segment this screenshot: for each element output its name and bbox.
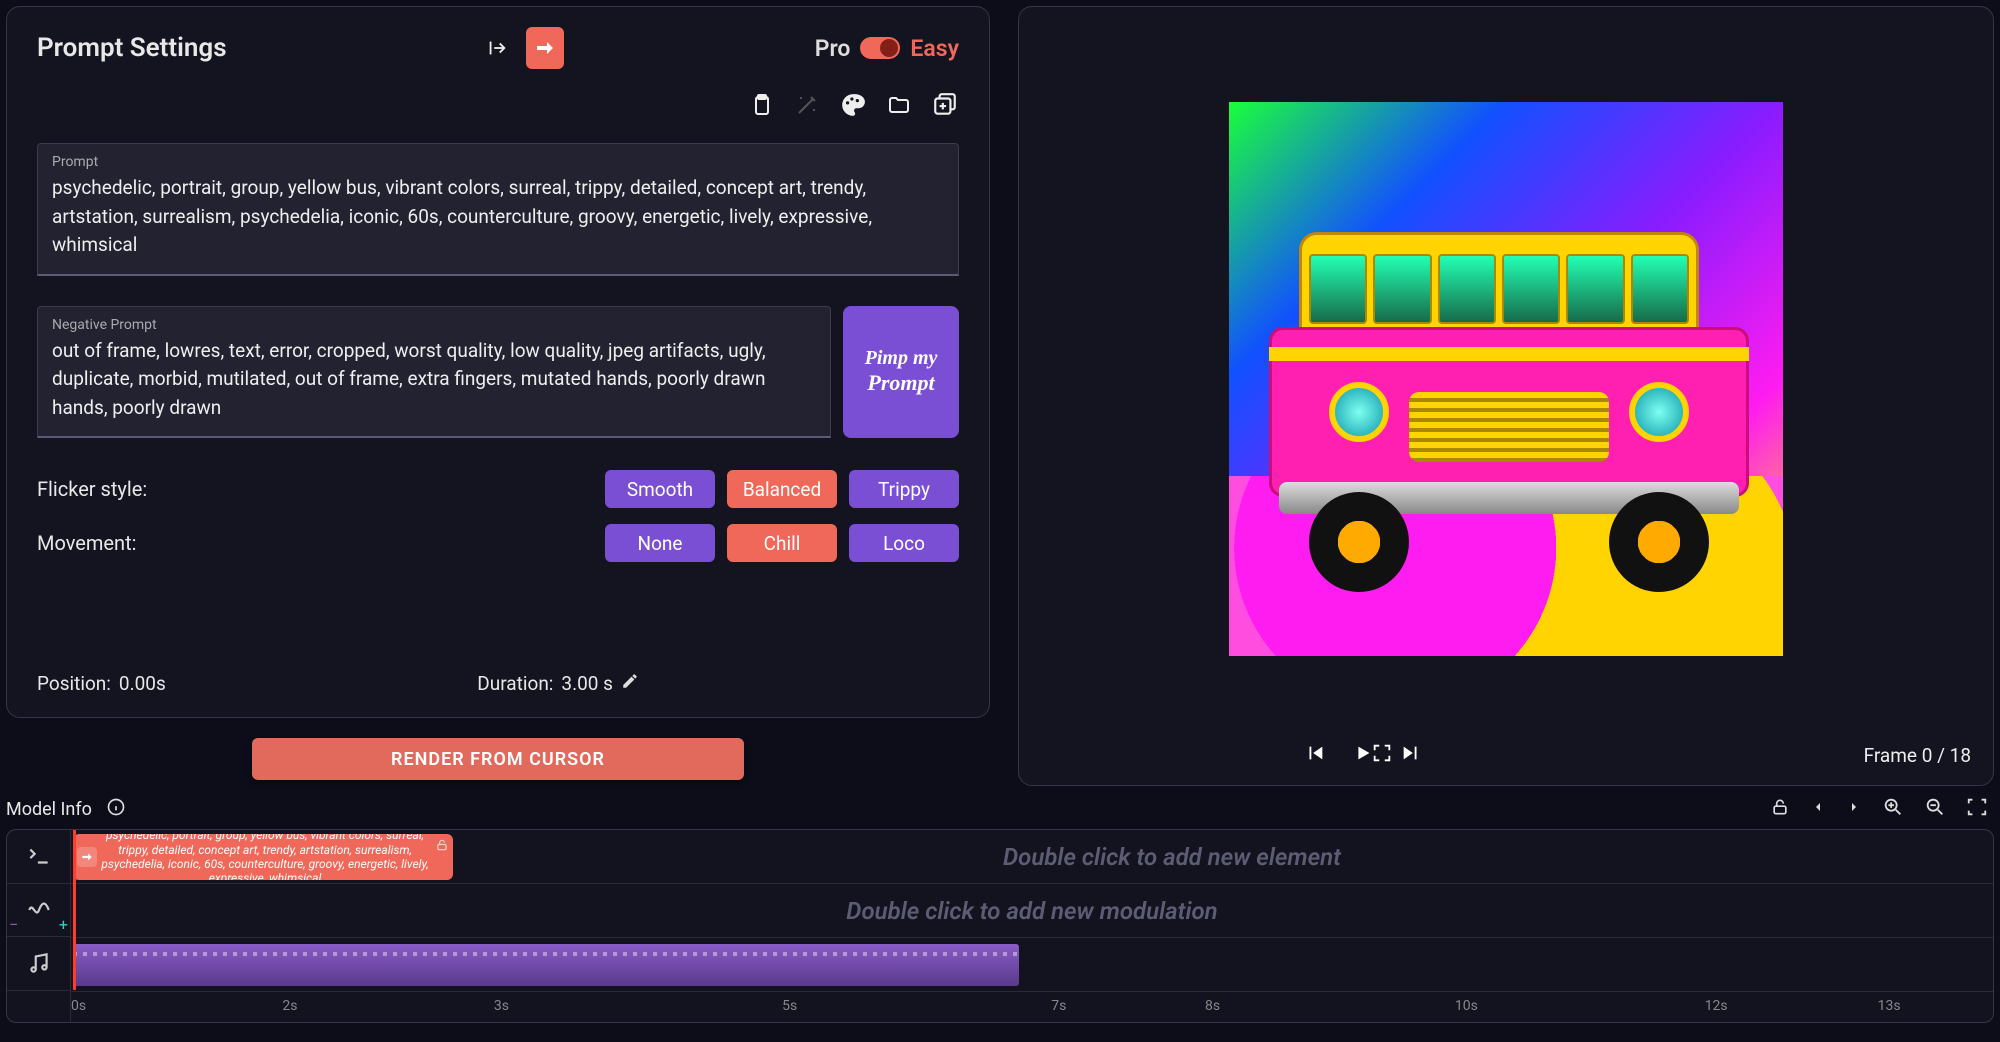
prompt-label: Prompt — [52, 154, 944, 170]
position-value: 0.00s — [119, 672, 166, 695]
track-prompt-icon[interactable] — [7, 830, 70, 884]
step-forward-icon[interactable] — [1840, 799, 1868, 820]
prompt-track[interactable]: psychedelic, portrait, group, yellow bus… — [71, 830, 1993, 884]
prompt-clip[interactable]: psychedelic, portrait, group, yellow bus… — [73, 834, 453, 880]
frame-counter: Frame 0 / 18 — [1864, 744, 1971, 767]
preview-panel: Frame 0 / 18 — [1018, 6, 1994, 786]
fit-icon[interactable] — [1960, 796, 1994, 823]
negative-prompt-text: out of frame, lowres, text, error, cropp… — [52, 337, 816, 423]
flicker-option-smooth[interactable]: Smooth — [605, 470, 715, 508]
movement-options: None Chill Loco — [605, 524, 959, 562]
timeline: − + psychedelic, portrait, group, yellow… — [6, 829, 1994, 1023]
duration-value: 3.00 s — [561, 672, 613, 695]
ruler-mark: 2s — [282, 998, 297, 1014]
clipboard-icon[interactable] — [747, 91, 775, 119]
play-icon[interactable] — [1352, 742, 1374, 769]
ruler-mark: 10s — [1455, 998, 1478, 1014]
ruler-mark: 0s — [71, 998, 86, 1014]
modulation-minus-icon[interactable]: − — [9, 915, 18, 934]
track-audio-icon[interactable] — [7, 937, 70, 991]
panel-title: Prompt Settings — [37, 33, 227, 63]
tab-forward-button[interactable] — [526, 27, 564, 69]
flicker-option-balanced[interactable]: Balanced — [727, 470, 837, 508]
prompt-settings-panel: Prompt Settings Pro Easy — [6, 6, 990, 718]
flicker-label: Flicker style: — [37, 477, 605, 501]
ruler-mark: 3s — [494, 998, 509, 1014]
prompt-track-hint: Double click to add new element — [351, 843, 1993, 871]
skip-start-icon[interactable] — [1304, 742, 1326, 769]
movement-option-none[interactable]: None — [605, 524, 715, 562]
audio-waveform[interactable] — [73, 944, 1019, 986]
render-from-cursor-button[interactable]: RENDER FROM CURSOR — [252, 738, 744, 780]
model-info-icon[interactable] — [100, 797, 132, 822]
add-to-library-icon[interactable] — [931, 91, 959, 119]
folder-icon[interactable] — [885, 91, 913, 119]
ruler-mark: 5s — [782, 998, 797, 1014]
clip-text: psychedelic, portrait, group, yellow bus… — [101, 834, 429, 880]
movement-option-loco[interactable]: Loco — [849, 524, 959, 562]
mode-switch[interactable]: Pro Easy — [815, 35, 959, 62]
modulation-track[interactable]: Double click to add new modulation — [71, 884, 1993, 938]
position-label: Position: — [37, 672, 111, 695]
pimp-my-prompt-button[interactable]: Pimp my Prompt — [843, 306, 959, 439]
mode-toggle[interactable] — [860, 37, 900, 59]
ruler-mark: 7s — [1051, 998, 1066, 1014]
ruler-mark: 12s — [1705, 998, 1728, 1014]
playhead[interactable] — [73, 830, 76, 990]
zoom-out-icon[interactable] — [1918, 796, 1952, 823]
movement-label: Movement: — [37, 531, 605, 555]
preview-image — [1229, 102, 1783, 656]
ruler-mark: 13s — [1878, 998, 1901, 1014]
edit-duration-icon[interactable] — [621, 672, 639, 695]
mode-easy-label: Easy — [910, 35, 959, 62]
lock-icon[interactable] — [1764, 797, 1796, 822]
duration-label: Duration: — [477, 672, 553, 695]
clip-lock-icon — [435, 838, 449, 855]
flicker-option-trippy[interactable]: Trippy — [849, 470, 959, 508]
negative-prompt-label: Negative Prompt — [52, 317, 816, 333]
mode-pro-label: Pro — [815, 35, 851, 62]
audio-track[interactable] — [71, 938, 1993, 992]
track-modulation-icon[interactable]: − + — [7, 884, 70, 938]
prompt-field[interactable]: Prompt psychedelic, portrait, group, yel… — [37, 143, 959, 276]
time-ruler: 0s 2s 3s 5s 7s 8s 10s 12s 13s — [71, 992, 1993, 1023]
skip-end-icon[interactable] — [1400, 742, 1422, 769]
prompt-text: psychedelic, portrait, group, yellow bus… — [52, 174, 944, 260]
zoom-in-icon[interactable] — [1876, 796, 1910, 823]
movement-option-chill[interactable]: Chill — [727, 524, 837, 562]
model-info-label: Model Info — [6, 799, 92, 820]
flicker-options: Smooth Balanced Trippy — [605, 470, 959, 508]
tab-cursor-to-end-button[interactable] — [478, 27, 516, 69]
ruler-mark: 8s — [1205, 998, 1220, 1014]
step-back-icon[interactable] — [1804, 799, 1832, 820]
clip-arrow-icon — [77, 847, 97, 867]
negative-prompt-field[interactable]: Negative Prompt out of frame, lowres, te… — [37, 306, 831, 439]
modulation-plus-icon[interactable]: + — [59, 915, 68, 934]
palette-icon[interactable] — [839, 91, 867, 119]
magic-wand-icon[interactable] — [793, 91, 821, 119]
track-ruler-spacer — [7, 991, 70, 1023]
modulation-track-hint: Double click to add new modulation — [71, 897, 1993, 925]
